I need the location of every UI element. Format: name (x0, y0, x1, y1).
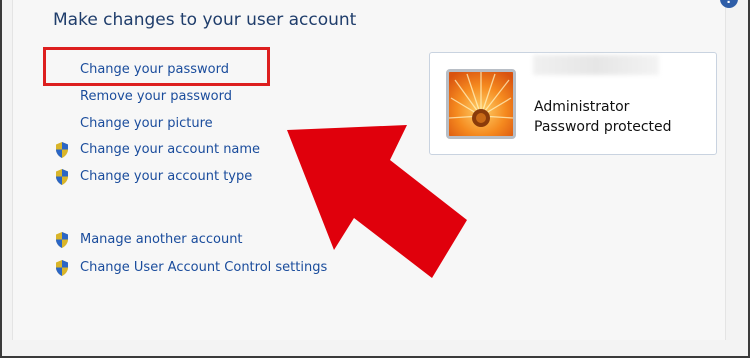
red-arrow-annotation (287, 125, 467, 278)
window-frame: ? Make changes to your user account Chan… (0, 0, 750, 358)
